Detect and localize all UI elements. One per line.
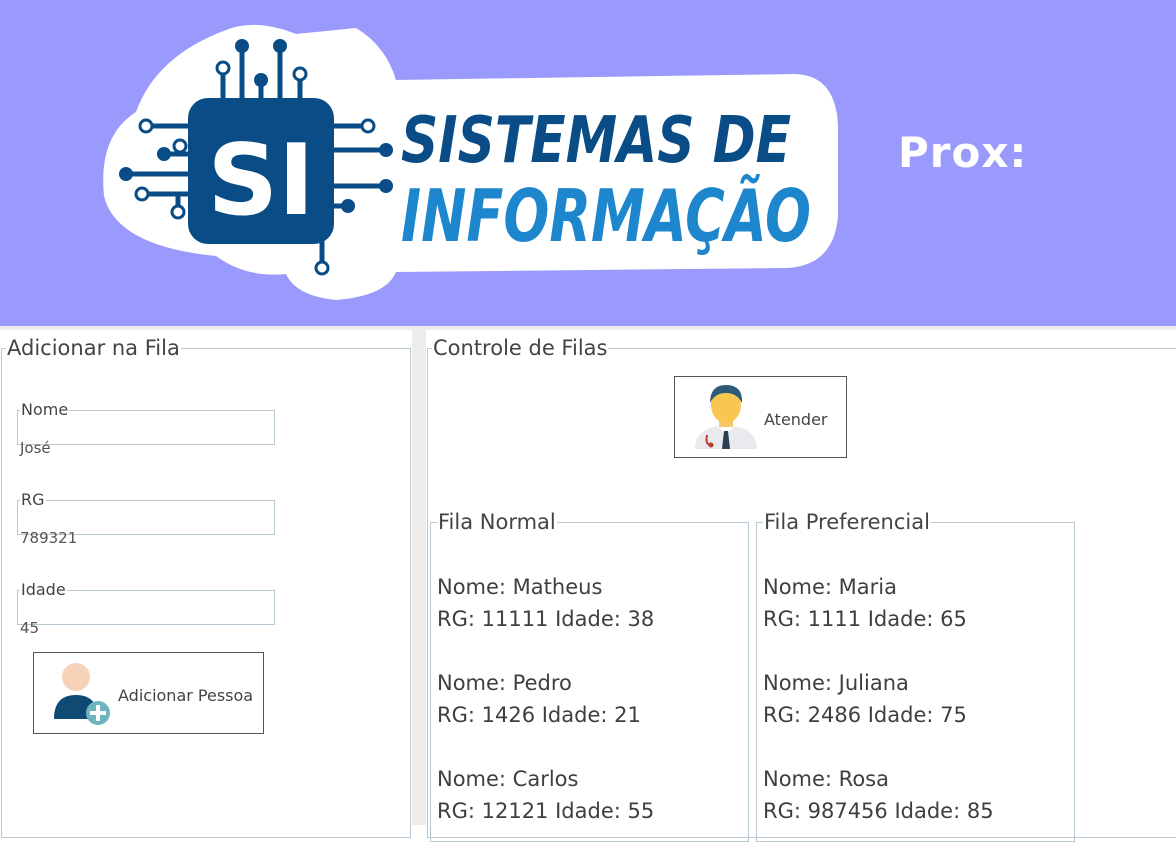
si-logo: SI SISTEMAS DE INFORMAÇÃO	[103, 24, 838, 300]
preferential-queue-title: Fila Preferencial	[764, 510, 930, 534]
add-person-button[interactable]: Adicionar Pessoa	[33, 652, 264, 734]
entry-info: RG: 1426 Idade: 21	[437, 703, 641, 727]
entry-name: Nome: Matheus	[437, 575, 603, 599]
atender-label: Atender	[764, 410, 828, 429]
list-item: Nome: Pedro RG: 1426 Idade: 21	[437, 667, 654, 731]
rg-label: RG	[21, 490, 45, 509]
entry-name: Nome: Pedro	[437, 671, 572, 695]
entry-name: Nome: Carlos	[437, 767, 579, 791]
control-panel-title: Controle de Filas	[433, 336, 608, 360]
add-person-icon	[54, 663, 110, 725]
normal-queue-panel: Fila Normal Nome: Matheus RG: 11111 Idad…	[430, 510, 749, 842]
entry-info: RG: 2486 Idade: 75	[763, 703, 967, 727]
idade-field[interactable]: Idade 45	[17, 580, 275, 637]
idade-label: Idade	[21, 580, 66, 599]
normal-queue-list: Nome: Matheus RG: 11111 Idade: 38 Nome: …	[437, 571, 654, 859]
list-item: Nome: Carlos RG: 12121 Idade: 55	[437, 763, 654, 827]
next-label: Prox:	[898, 128, 1028, 177]
preferential-queue-list: Nome: Maria RG: 1111 Idade: 65 Nome: Jul…	[763, 571, 994, 859]
rg-field[interactable]: RG 789321	[17, 490, 275, 547]
normal-queue-title: Fila Normal	[438, 510, 556, 534]
atender-button[interactable]: Atender	[674, 376, 847, 458]
nome-field[interactable]: Nome José	[17, 400, 275, 457]
entry-info: RG: 1111 Idade: 65	[763, 607, 967, 631]
entry-info: RG: 12121 Idade: 55	[437, 799, 655, 823]
logo-initials: SI	[207, 124, 314, 238]
rg-input[interactable]: 789321	[20, 529, 77, 547]
list-item: Nome: Matheus RG: 11111 Idade: 38	[437, 571, 654, 635]
entry-info: RG: 11111 Idade: 38	[437, 607, 655, 631]
add-person-label: Adicionar Pessoa	[118, 686, 254, 705]
list-item: Nome: Rosa RG: 987456 Idade: 85	[763, 763, 994, 827]
logo-line-1: SISTEMAS DE	[401, 104, 791, 178]
list-item: Nome: Maria RG: 1111 Idade: 65	[763, 571, 994, 635]
nome-input[interactable]: José	[20, 439, 51, 457]
entry-info: RG: 987456 Idade: 85	[763, 799, 994, 823]
add-panel-title: Adicionar na Fila	[7, 336, 180, 360]
entry-name: Nome: Juliana	[763, 671, 909, 695]
doctor-icon	[695, 385, 757, 449]
list-item: Nome: Juliana RG: 2486 Idade: 75	[763, 667, 994, 731]
nome-label: Nome	[21, 400, 69, 419]
header-divider	[0, 326, 1176, 330]
entry-name: Nome: Maria	[763, 575, 898, 599]
logo-line-2: INFORMAÇÃO	[401, 174, 811, 258]
entry-name: Nome: Rosa	[763, 767, 889, 791]
idade-input[interactable]: 45	[20, 619, 39, 637]
panel-splitter	[412, 330, 426, 825]
preferential-queue-panel: Fila Preferencial Nome: Maria RG: 1111 I…	[756, 510, 1075, 842]
header-banner: SI SISTEMAS DE INFORMAÇÃO Prox:	[0, 0, 1176, 326]
